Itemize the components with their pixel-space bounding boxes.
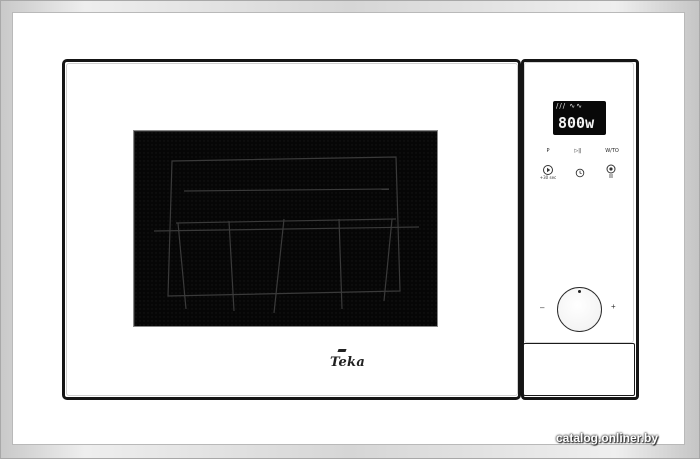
selector-knob[interactable] <box>557 287 602 332</box>
door-window <box>133 130 438 327</box>
button-label-p: P <box>546 148 550 154</box>
button-label-start-pause: ▷|| <box>574 148 582 154</box>
knob-minus-label: – <box>540 303 545 312</box>
defrost-icon <box>606 164 616 178</box>
door-release-panel[interactable] <box>523 343 635 396</box>
button-label-wto: W/TO <box>605 148 619 154</box>
defrost-button[interactable] <box>605 163 617 179</box>
display-status-icons: /// ∿∿ <box>556 102 584 110</box>
timer-button[interactable] <box>574 166 586 178</box>
clock-icon <box>575 168 585 178</box>
play-button-sublabel: +30 sec <box>539 175 557 180</box>
knob-plus-label: + <box>611 302 616 311</box>
logo-accent <box>337 349 347 352</box>
teka-logo: Teka <box>330 355 366 370</box>
watermark: catalog.onliner.by <box>556 431 659 445</box>
display-power-value: 800w <box>558 114 595 132</box>
led-display: /// ∿∿ 800w <box>553 101 606 135</box>
window-interior-svg <box>134 131 437 326</box>
knob-indicator <box>578 290 581 293</box>
